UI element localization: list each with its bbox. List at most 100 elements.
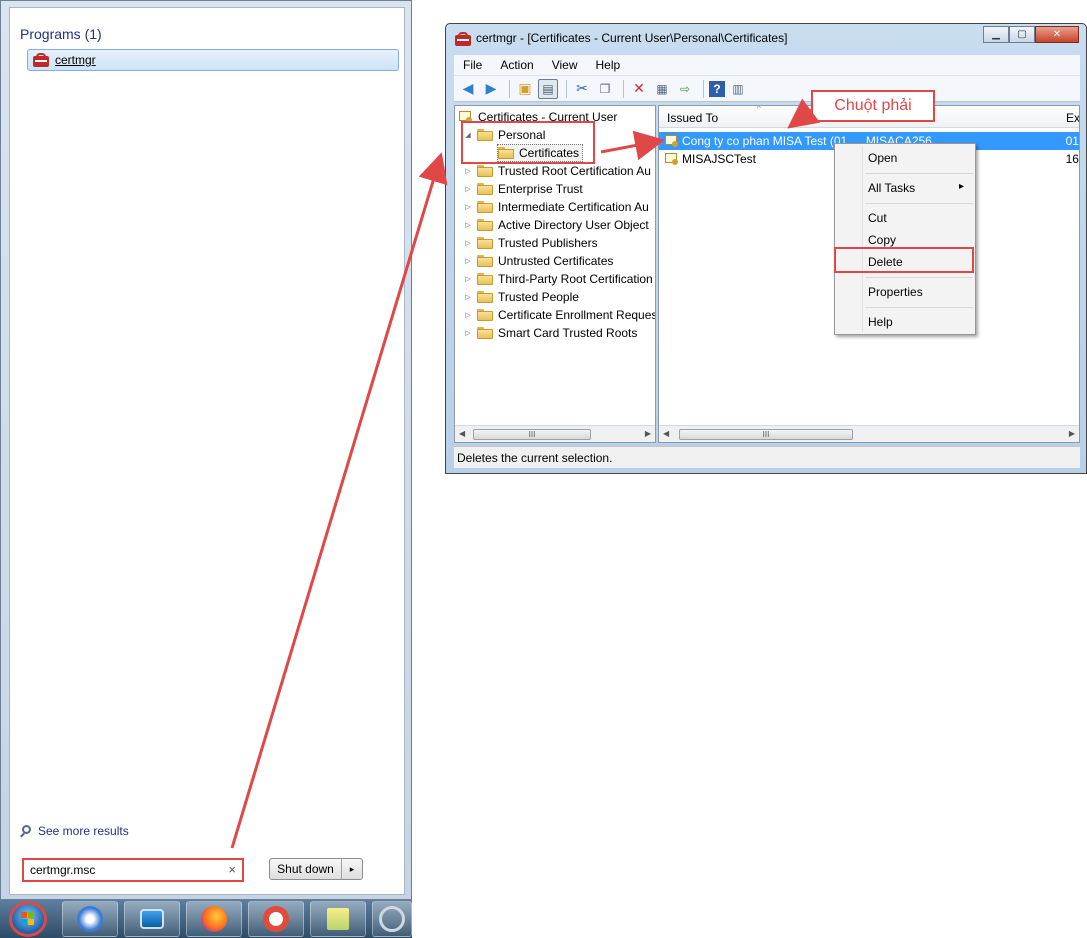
ctx-properties[interactable]: Properties: [868, 285, 923, 299]
back-icon[interactable]: ◀: [458, 79, 478, 99]
expand-arrow-icon[interactable]: ▷: [463, 239, 473, 247]
start-menu: Programs (1) certmgr See more results ce…: [0, 0, 412, 900]
see-more-results-link[interactable]: See more results: [20, 824, 129, 838]
highlight-delete: [834, 247, 974, 273]
tree-item-trusted-root[interactable]: ▷ Trusted Root Certification Au: [463, 162, 651, 180]
magnifier-icon: [20, 824, 33, 838]
menu-help[interactable]: Help: [587, 58, 630, 72]
taskbar-app-sticky-notes[interactable]: [310, 901, 366, 937]
tree-item-intermediate[interactable]: ▷ Intermediate Certification Au: [463, 198, 648, 216]
column-issued-to[interactable]: Issued To: [667, 111, 718, 125]
ctx-open[interactable]: Open: [868, 151, 897, 165]
scroll-thumb[interactable]: III: [679, 429, 853, 440]
sort-arrow-icon: ^: [757, 105, 761, 113]
ctx-cut[interactable]: Cut: [868, 211, 887, 225]
taskbar-app-firefox[interactable]: [186, 901, 242, 937]
folder-icon: [477, 165, 493, 177]
ctx-help[interactable]: Help: [868, 315, 893, 329]
menu-file[interactable]: File: [454, 58, 491, 72]
shutdown-button[interactable]: Shut down ▸: [269, 858, 363, 880]
certificate-icon: [665, 134, 679, 148]
folder-icon: [477, 309, 493, 321]
search-value: certmgr.msc: [30, 863, 96, 877]
list-horizontal-scrollbar[interactable]: ◀ III ▶: [659, 425, 1079, 442]
forward-icon[interactable]: ▶: [481, 79, 501, 99]
tree-item-untrusted[interactable]: ▷ Untrusted Certificates: [463, 252, 613, 270]
certmgr-icon: [33, 53, 49, 67]
export-list-icon[interactable]: ⇨: [675, 79, 695, 99]
program-item-certmgr[interactable]: certmgr: [27, 49, 399, 71]
show-hide-tree-icon[interactable]: ▤: [538, 78, 558, 99]
expand-arrow-icon[interactable]: ▷: [463, 203, 473, 211]
folder-icon: [477, 201, 493, 213]
tree-item-active-directory[interactable]: ▷ Active Directory User Object: [463, 216, 648, 234]
ctx-all-tasks[interactable]: All Tasks: [868, 181, 915, 195]
mail-app-icon: [77, 906, 103, 932]
up-folder-icon[interactable]: ▣: [515, 79, 535, 99]
scroll-left-icon[interactable]: ◀: [663, 429, 669, 438]
delete-icon[interactable]: ✕: [629, 79, 649, 99]
tree-item-trusted-people[interactable]: ▷ Trusted People: [463, 288, 579, 306]
tree-item-trusted-publishers[interactable]: ▷ Trusted Publishers: [463, 234, 597, 252]
folder-icon: [477, 273, 493, 285]
column-expiration[interactable]: Ex: [1066, 111, 1079, 125]
taskbar-app-mail[interactable]: [62, 901, 118, 937]
expand-arrow-icon[interactable]: ▷: [463, 275, 473, 283]
expand-arrow-icon[interactable]: ▷: [463, 185, 473, 193]
sticky-notes-icon: [327, 908, 349, 930]
see-more-label: See more results: [38, 824, 129, 838]
menu-action[interactable]: Action: [491, 58, 542, 72]
shutdown-label: Shut down: [270, 859, 342, 879]
tree-item-enrollment-requests[interactable]: ▷ Certificate Enrollment Reques: [463, 306, 655, 324]
lifebuoy-icon: [263, 906, 289, 932]
help-icon[interactable]: ?: [709, 80, 725, 97]
close-button[interactable]: ✕: [1035, 26, 1079, 43]
context-menu: Open All Tasks ▸ Cut Copy Delete Propert…: [834, 143, 976, 335]
ctx-copy[interactable]: Copy: [868, 233, 896, 247]
expand-arrow-icon[interactable]: ▷: [463, 257, 473, 265]
expand-arrow-icon[interactable]: ▷: [463, 329, 473, 337]
certmgr-window: certmgr - [Certificates - Current User\P…: [445, 23, 1087, 474]
taskbar-app-headset[interactable]: [372, 901, 412, 937]
window-controls: ▁ ▢ ✕: [983, 26, 1079, 43]
start-search-input[interactable]: certmgr.msc ×: [22, 858, 244, 882]
folder-icon: [477, 237, 493, 249]
expand-arrow-icon[interactable]: ▷: [463, 311, 473, 319]
action-pane-icon[interactable]: ▥: [728, 79, 748, 99]
menu-bar: File Action View Help: [454, 55, 1080, 75]
tree-item-enterprise-trust[interactable]: ▷ Enterprise Trust: [463, 180, 582, 198]
scroll-right-icon[interactable]: ▶: [645, 429, 651, 438]
minimize-button[interactable]: ▁: [983, 26, 1009, 43]
window-title: certmgr - [Certificates - Current User\P…: [476, 31, 788, 45]
clear-search-icon[interactable]: ×: [228, 862, 236, 877]
taskbar-app-lifebuoy[interactable]: [248, 901, 304, 937]
start-button[interactable]: [9, 901, 47, 937]
folder-icon: [477, 183, 493, 195]
shutdown-options-arrow-icon[interactable]: ▸: [342, 864, 362, 875]
properties-icon[interactable]: ▦: [652, 79, 672, 99]
folder-icon: [477, 291, 493, 303]
firefox-icon: [201, 906, 227, 932]
tree-horizontal-scrollbar[interactable]: ◀ III ▶: [455, 425, 655, 442]
expand-arrow-icon[interactable]: ▷: [463, 167, 473, 175]
scroll-thumb[interactable]: III: [473, 429, 591, 440]
folder-icon: [477, 327, 493, 339]
taskbar-app-remote-desktop[interactable]: [124, 901, 180, 937]
program-item-label: certmgr: [55, 53, 96, 67]
expand-arrow-icon[interactable]: ▷: [463, 293, 473, 301]
tree-item-smart-card-roots[interactable]: ▷ Smart Card Trusted Roots: [463, 324, 637, 342]
folder-icon: [477, 219, 493, 231]
windows-logo-icon: [21, 912, 35, 926]
cut-icon[interactable]: ✂: [572, 79, 592, 99]
maximize-button[interactable]: ▢: [1009, 26, 1035, 43]
programs-header: Programs (1): [20, 26, 102, 42]
tree-item-third-party-root[interactable]: ▷ Third-Party Root Certification: [463, 270, 652, 288]
menu-view[interactable]: View: [543, 58, 587, 72]
headset-icon: [379, 906, 405, 932]
copy-icon[interactable]: ❐: [595, 79, 615, 99]
scroll-left-icon[interactable]: ◀: [459, 429, 465, 438]
expand-arrow-icon[interactable]: ▷: [463, 221, 473, 229]
taskbar: [0, 900, 412, 938]
scroll-right-icon[interactable]: ▶: [1069, 429, 1075, 438]
submenu-arrow-icon: ▸: [959, 181, 965, 192]
